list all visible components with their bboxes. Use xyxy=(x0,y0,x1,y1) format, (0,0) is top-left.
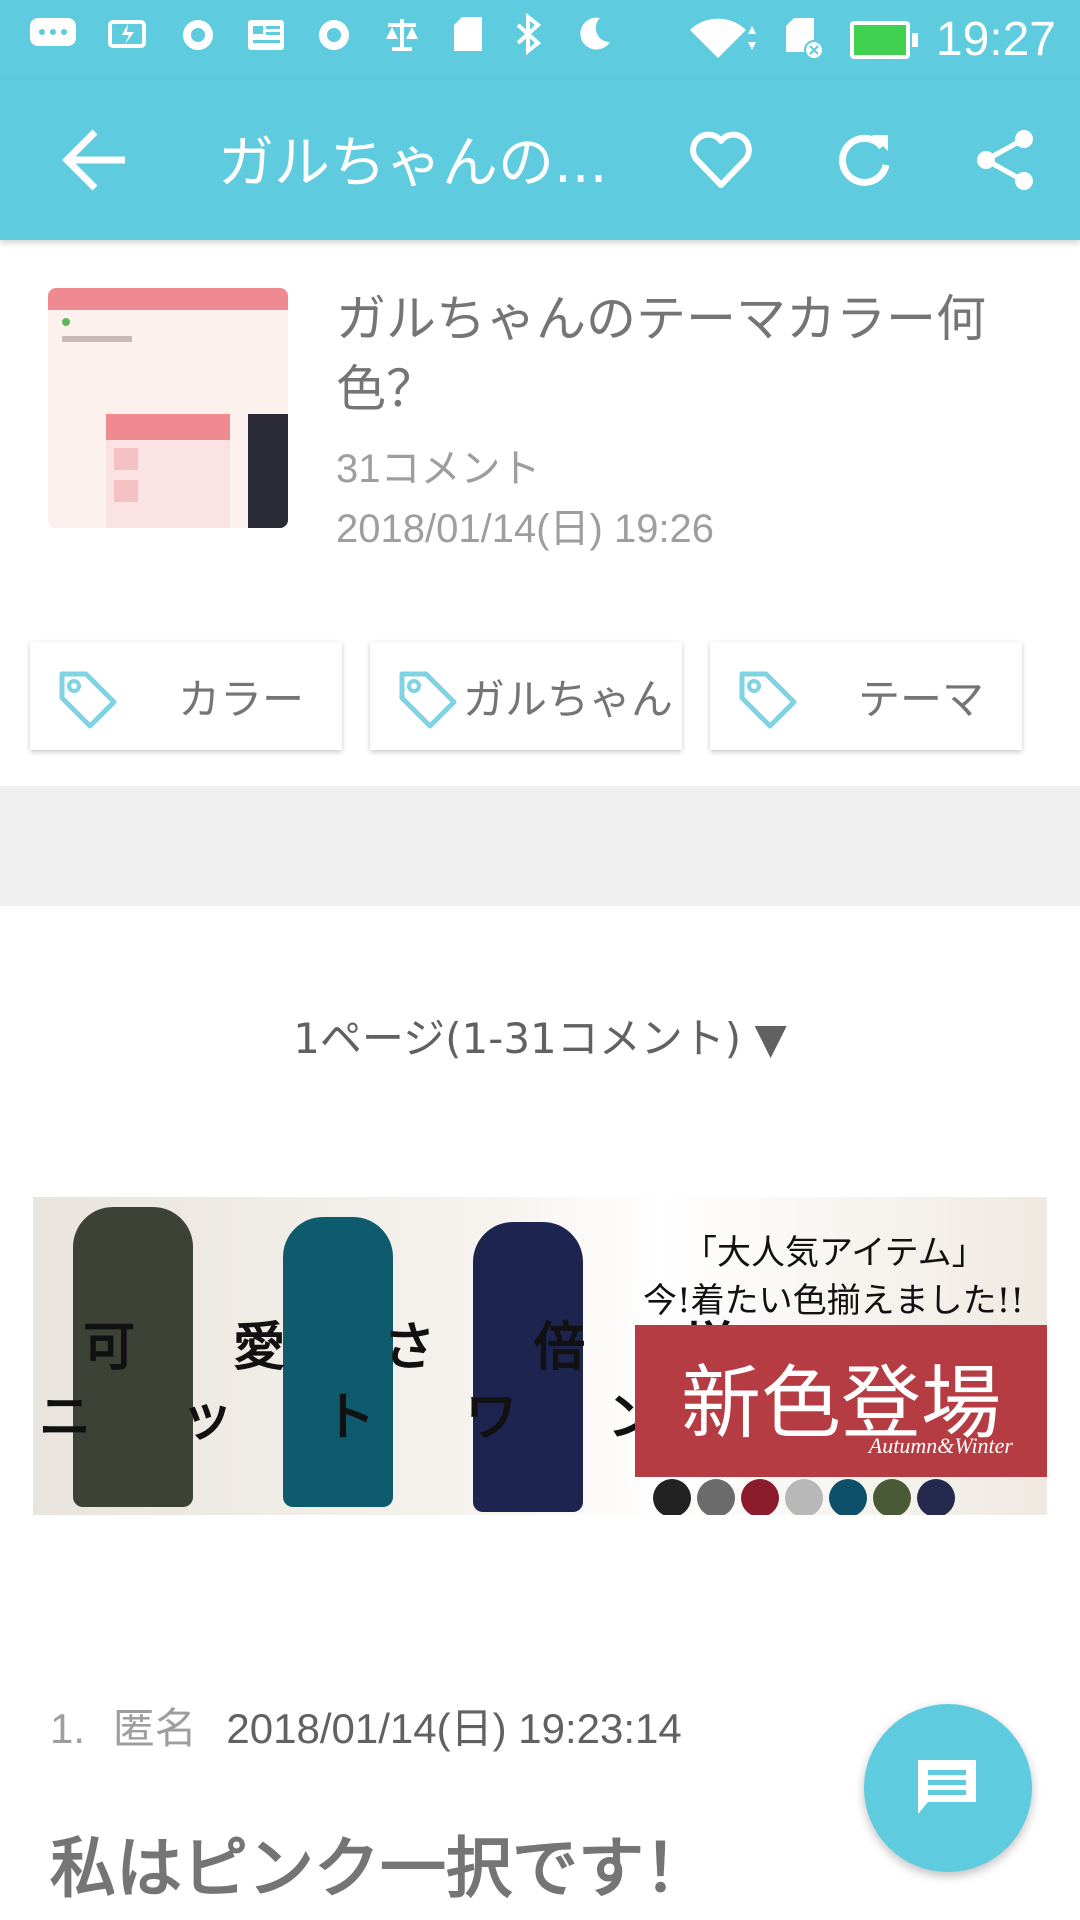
color-swatch xyxy=(829,1479,867,1515)
tag-icon xyxy=(399,671,457,729)
clock: 19:27 xyxy=(935,13,1056,66)
bluetooth-icon xyxy=(514,12,544,68)
color-swatch xyxy=(741,1479,779,1515)
heart-icon[interactable] xyxy=(686,125,756,195)
app-bar: ガルちゃんの... xyxy=(0,80,1080,240)
chat-bubble-icon xyxy=(28,14,78,67)
status-bar: 19:27 xyxy=(0,0,1080,80)
ad-banner[interactable]: 可 愛 さ 倍 増 ニ ッ ト ワ ン ピ 「大人気アイテム」 今!着たい色揃え… xyxy=(33,1197,1047,1515)
post-date: 2018/01/14(日) 19:26 xyxy=(336,507,715,551)
color-swatch xyxy=(697,1479,735,1515)
page-title: ガルちゃんの... xyxy=(218,131,608,196)
tag-label: ガルちゃん xyxy=(462,674,673,724)
banner-season: Autumn&Winter xyxy=(868,1433,1013,1458)
color-swatch xyxy=(917,1479,955,1515)
tag-chip[interactable]: ガルちゃん xyxy=(370,642,682,750)
sd-card-error-icon xyxy=(784,16,824,64)
record-icon xyxy=(316,14,352,66)
comment-text: 私はピンク一択です！ xyxy=(50,1830,710,1907)
share-icon[interactable] xyxy=(970,125,1040,195)
scale-icon xyxy=(382,14,422,66)
notification-icons xyxy=(28,12,614,68)
banner-headline-box: 新色登場 Autumn&Winter xyxy=(635,1325,1047,1477)
tag-label: テーマ xyxy=(857,674,984,724)
wifi-icon xyxy=(688,16,758,64)
battery-charging-icon xyxy=(849,20,918,59)
comment-number: 1. xyxy=(50,1705,86,1752)
comment-icon xyxy=(918,1760,976,1814)
banner-quote: 「大人気アイテム」 xyxy=(683,1233,986,1273)
tag-label: カラー xyxy=(177,674,304,724)
comment-header: 1. 匿名 2018/01/14(日) 19:23:14 xyxy=(50,1695,682,1756)
color-swatches xyxy=(653,1479,955,1515)
tag-chip[interactable]: テーマ xyxy=(710,642,1022,750)
compose-comment-button[interactable] xyxy=(864,1704,1032,1872)
color-swatch xyxy=(785,1479,823,1515)
section-divider xyxy=(0,786,1080,906)
post-thumbnail[interactable] xyxy=(48,288,288,528)
battery-saver-icon xyxy=(108,14,150,67)
comment-author: 匿名 xyxy=(112,1705,197,1752)
comment-date: 2018/01/14(日) 19:23:14 xyxy=(226,1705,682,1752)
moon-icon xyxy=(574,14,614,67)
color-swatch xyxy=(873,1479,911,1515)
banner-subtitle: 今!着たい色揃えました!! xyxy=(643,1281,1024,1321)
record-icon xyxy=(180,14,216,66)
list-icon xyxy=(246,14,286,66)
back-arrow-icon[interactable] xyxy=(55,120,135,200)
page-selector[interactable]: 1ページ(1-31コメント) ▼ xyxy=(0,1005,1080,1066)
tag-icon xyxy=(59,671,117,729)
color-swatch xyxy=(653,1479,691,1515)
sd-card-icon xyxy=(452,14,484,66)
refresh-icon[interactable] xyxy=(828,125,898,195)
post-title[interactable]: ガルちゃんのテーマカラー何色？ xyxy=(336,284,1036,424)
tag-icon xyxy=(739,671,797,729)
comment-count: 31コメント xyxy=(336,447,541,491)
tag-chip[interactable]: カラー xyxy=(30,642,342,750)
